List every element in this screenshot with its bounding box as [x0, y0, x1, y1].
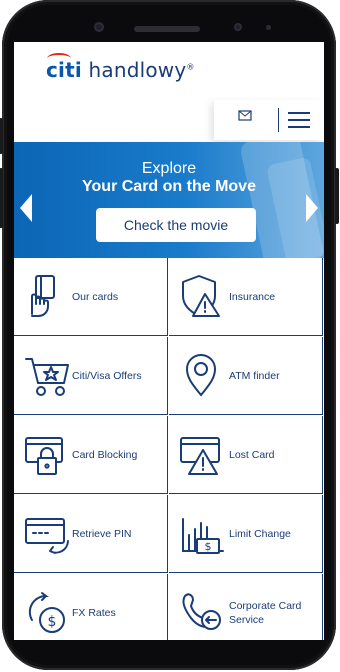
bars-dollar-icon: $: [182, 518, 224, 554]
card-hand-icon: [31, 275, 55, 317]
citi-handlowy-logo[interactable]: citi handlowy®: [46, 53, 195, 82]
carousel-prev-arrow-icon[interactable]: [20, 194, 32, 222]
location-pin-icon: [185, 354, 217, 397]
tile-atm-finder[interactable]: ATM finder: [169, 337, 323, 415]
tile-label: Our cards: [72, 291, 119, 303]
tile-limit-change[interactable]: $ Limit Change: [169, 495, 323, 573]
check-movie-button[interactable]: Check the movie: [96, 208, 256, 242]
svg-text:$: $: [48, 614, 57, 630]
dollar-exchange-icon: $: [28, 592, 65, 633]
app-header: citi handlowy®: [14, 42, 324, 142]
promo-banner: Explore Your Card on the Move Check the …: [14, 142, 324, 258]
notification-icon[interactable]: [238, 110, 252, 122]
card-warning-icon: [180, 437, 220, 475]
earpiece: [134, 26, 200, 32]
banner-title: Your Card on the Move: [82, 178, 256, 195]
power-button: [335, 168, 339, 224]
volume-button: [0, 168, 3, 228]
menu-hamburger-icon[interactable]: [288, 110, 314, 130]
tile-label: Citi/Visa Offers: [72, 370, 142, 382]
phone-card-icon: [182, 593, 221, 630]
tile-label: Corporate Card Service: [229, 600, 302, 626]
tile-lost-card[interactable]: Lost Card: [169, 416, 323, 494]
services-grid: Our cards Insurance Citi/Visa Offers ATM…: [14, 258, 324, 640]
card-lock-icon: [25, 437, 63, 475]
cart-star-icon: [25, 358, 69, 396]
app-screen: citi handlowy® Explore Your Card on the …: [14, 42, 324, 640]
tile-label: Lost Card: [229, 449, 275, 461]
tile-label: ATM finder: [229, 370, 280, 382]
phone-frame: citi handlowy® Explore Your Card on the …: [0, 0, 339, 670]
sensor: [266, 25, 271, 30]
tile-label: Insurance: [229, 291, 276, 303]
sensor: [234, 23, 242, 31]
tile-our-cards[interactable]: Our cards: [14, 258, 168, 336]
volume-button: [0, 118, 3, 154]
front-camera: [94, 22, 104, 32]
tile-label: Limit Change: [229, 528, 291, 540]
logo-arc-icon: [47, 53, 71, 64]
tile-insurance[interactable]: Insurance: [169, 258, 323, 336]
tile-retrieve-pin[interactable]: Retrieve PIN: [14, 495, 168, 573]
tile-corporate-card-service[interactable]: Corporate Card Service: [169, 574, 323, 640]
tile-label: Retrieve PIN: [72, 528, 132, 540]
shield-warning-icon: [182, 275, 220, 317]
toolbar-divider: [278, 108, 279, 132]
tile-label: FX Rates: [72, 607, 116, 619]
card-refresh-icon: [25, 518, 69, 554]
toolbar: [214, 100, 324, 140]
tile-citi-visa-offers[interactable]: Citi/Visa Offers: [14, 337, 168, 415]
carousel-next-arrow-icon[interactable]: [306, 194, 318, 222]
svg-text:$: $: [205, 540, 212, 553]
tile-fx-rates[interactable]: $ FX Rates: [14, 574, 168, 640]
banner-subtitle: Explore: [141, 160, 197, 177]
tile-label: Card Blocking: [72, 449, 138, 461]
tile-card-blocking[interactable]: Card Blocking: [14, 416, 168, 494]
